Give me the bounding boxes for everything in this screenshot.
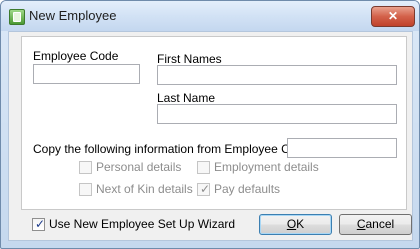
copy-from-label: Copy the following information from Empl… [33, 142, 314, 156]
pay-defaults-label: Pay defaults [214, 182, 281, 196]
ok-button[interactable]: OK [259, 214, 332, 235]
employment-details-checkbox[interactable] [197, 161, 210, 174]
close-button[interactable]: ✕ [371, 6, 415, 27]
personal-details-label: Personal details [96, 160, 182, 174]
dialog-body: Employee Code First Names Last Name Copy… [8, 31, 413, 241]
copy-from-code-input[interactable] [287, 138, 397, 158]
next-of-kin-label: Next of Kin details [96, 182, 193, 196]
last-name-label: Last Name [157, 91, 216, 105]
new-employee-dialog: New Employee ✕ Employee Code First Names… [0, 0, 420, 249]
last-name-input[interactable] [157, 104, 397, 124]
setup-wizard-checkbox[interactable]: ✓ [32, 217, 46, 231]
personal-details-checkbox[interactable] [79, 161, 92, 174]
details-panel: Employee Code First Names Last Name Copy… [21, 36, 407, 210]
employee-code-label: Employee Code [33, 49, 119, 63]
first-names-input[interactable] [157, 65, 397, 85]
app-icon [9, 9, 25, 25]
title-bar[interactable]: New Employee ✕ [1, 1, 419, 31]
checkmark-icon: ✓ [200, 182, 211, 196]
window-title: New Employee [29, 8, 117, 23]
setup-wizard-label: Use New Employee Set Up Wizard [49, 217, 236, 231]
employee-code-input[interactable] [33, 64, 140, 84]
first-names-label: First Names [157, 52, 222, 66]
employment-details-label: Employment details [214, 160, 319, 174]
next-of-kin-checkbox[interactable] [79, 183, 92, 196]
close-icon: ✕ [387, 9, 399, 23]
pay-defaults-checkbox[interactable]: ✓ [197, 182, 211, 196]
checkmark-icon: ✓ [35, 217, 46, 231]
cancel-button[interactable]: Cancel [339, 214, 412, 235]
